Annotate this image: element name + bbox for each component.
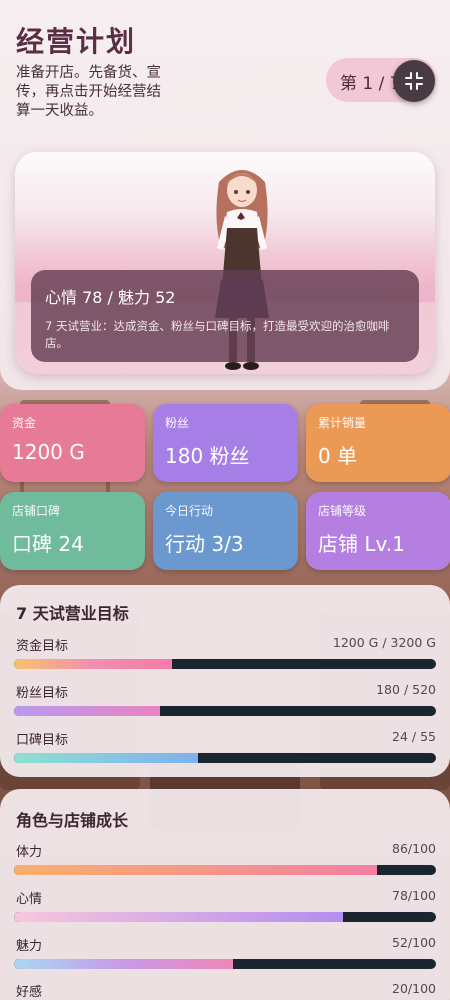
card-label: 资金 bbox=[12, 416, 37, 430]
card-value: 行动 3/3 bbox=[165, 532, 244, 556]
goal-value: 24 / 55 bbox=[392, 729, 436, 744]
growth-label: 体力 bbox=[16, 845, 43, 860]
card-label: 今日行动 bbox=[165, 504, 214, 518]
fans-card: 粉丝 180 粉丝 bbox=[153, 404, 298, 482]
page-title: 经营计划 bbox=[16, 25, 137, 58]
card-value: 口碑 24 bbox=[12, 532, 84, 556]
goal-progress-bar bbox=[14, 659, 436, 669]
card-value: 1200 G bbox=[12, 440, 85, 464]
goal-value: 1200 G / 3200 G bbox=[332, 635, 436, 650]
growth-value: 78/100 bbox=[392, 888, 436, 903]
page-subtitle: 准备开店。先备货、宣传，再点击开始经营结算一天收益。 bbox=[16, 65, 161, 119]
goal-value: 180 / 520 bbox=[376, 682, 436, 697]
growth-value: 86/100 bbox=[392, 841, 436, 856]
card-label: 店铺口碑 bbox=[12, 504, 61, 518]
character-stats: 心情 78 / 魅力 52 bbox=[45, 288, 176, 307]
growth-panel: 角色与店铺成长 体力 86/100 心情 78/100 魅力 52/100 好感… bbox=[0, 789, 450, 1000]
card-value: 店铺 Lv.1 bbox=[318, 532, 405, 556]
growth-value: 52/100 bbox=[392, 935, 436, 950]
shrink-icon bbox=[405, 72, 423, 90]
card-label: 累计销量 bbox=[318, 416, 367, 430]
goal-progress-bar bbox=[14, 706, 436, 716]
shop-level-card: 店铺等级 店铺 Lv.1 bbox=[306, 492, 450, 570]
growth-title: 角色与店铺成长 bbox=[16, 811, 129, 830]
growth-progress-bar bbox=[14, 912, 436, 922]
goals-title: 7 天试营业目标 bbox=[16, 604, 129, 623]
growth-progress-bar bbox=[14, 959, 436, 969]
card-value: 0 单 bbox=[318, 444, 358, 468]
card-label: 店铺等级 bbox=[318, 504, 367, 518]
character-banner: 心情 78 / 魅力 52 7 天试营业：达成资金、粉丝与口碑目标，打造最受欢迎… bbox=[15, 152, 435, 374]
card-value: 180 粉丝 bbox=[165, 444, 250, 468]
goal-label: 口碑目标 bbox=[16, 733, 69, 748]
funds-card: 资金 1200 G bbox=[0, 404, 145, 482]
goal-progress-bar bbox=[14, 753, 436, 763]
actions-card: 今日行动 行动 3/3 bbox=[153, 492, 298, 570]
growth-label: 好感 bbox=[16, 985, 43, 1000]
growth-progress-bar bbox=[14, 865, 436, 875]
sales-card: 累计销量 0 单 bbox=[306, 404, 450, 482]
growth-label: 心情 bbox=[16, 892, 43, 907]
growth-value: 20/100 bbox=[392, 981, 436, 996]
card-label: 粉丝 bbox=[165, 416, 190, 430]
goals-panel: 7 天试营业目标 资金目标 1200 G / 3200 G 粉丝目标 180 /… bbox=[0, 585, 450, 777]
trial-description: 7 天试营业：达成资金、粉丝与口碑目标，打造最受欢迎的治愈咖啡店。 bbox=[45, 319, 390, 350]
goal-label: 粉丝目标 bbox=[16, 686, 69, 701]
collapse-button[interactable] bbox=[393, 60, 435, 102]
growth-label: 魅力 bbox=[16, 939, 43, 954]
goal-label: 资金目标 bbox=[16, 639, 69, 654]
character-info-box: 心情 78 / 魅力 52 7 天试营业：达成资金、粉丝与口碑目标，打造最受欢迎… bbox=[31, 270, 419, 362]
header-panel: 经营计划 准备开店。先备货、宣传，再点击开始经营结算一天收益。 第 1 / 7 bbox=[0, 0, 450, 390]
reputation-card: 店铺口碑 口碑 24 bbox=[0, 492, 145, 570]
